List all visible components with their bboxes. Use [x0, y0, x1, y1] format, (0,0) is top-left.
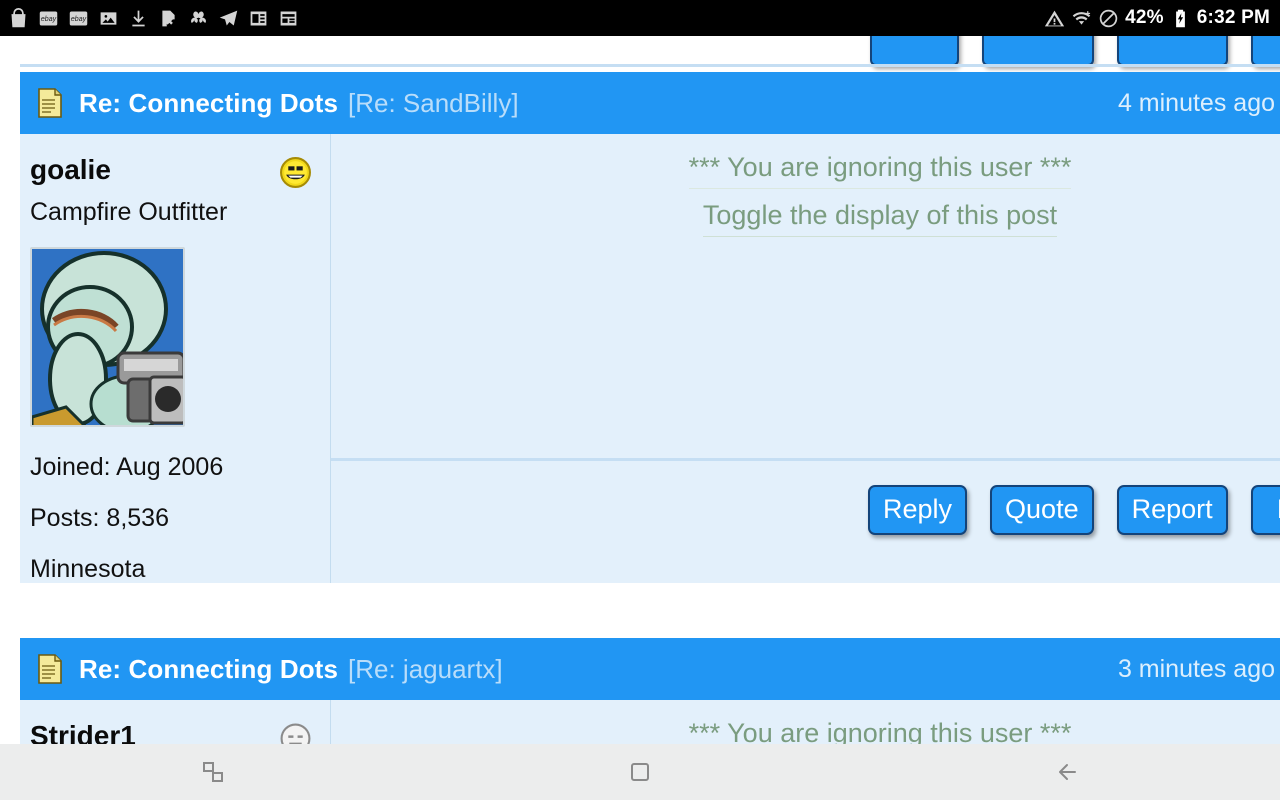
back-icon	[1058, 764, 1076, 780]
author-rank: Campfire Outfitter	[30, 198, 228, 226]
clock-label: 6:32 PM	[1196, 7, 1270, 28]
post-subject-reference[interactable]: [Re: jaguartx]	[348, 654, 503, 685]
document-cancel-icon	[162, 10, 175, 26]
status-bar-notification-icons: ebay ebay	[8, 7, 1044, 29]
quote-button[interactable]: Quote	[990, 484, 1094, 535]
recents-icon	[203, 762, 224, 782]
post-timestamp: 4 minutes ago	[1117, 88, 1275, 117]
ignore-notice-text: *** You are ignoring this user ***	[689, 717, 1072, 744]
author-username[interactable]: Strider1	[30, 718, 279, 744]
post-header[interactable]: Re: Connecting Dots [Re: SandBilly] 4 mi…	[20, 72, 1280, 134]
ignored-user-notice: *** You are ignoring this user ***	[331, 717, 1280, 744]
home-icon	[631, 763, 649, 781]
nav-recents-button[interactable]	[0, 757, 427, 787]
pinwheel-icon	[191, 10, 206, 23]
warning-icon	[1045, 10, 1065, 26]
previous-quote-button[interactable]	[982, 36, 1094, 66]
post-body: goalie Campfire Outfitter Joined: Aug 20…	[20, 134, 1280, 584]
android-status-bar: ebay ebay 42% 6:32 PM	[0, 0, 1280, 36]
forum-page-viewport[interactable]: Re: Connecting Dots [Re: SandBilly] 4 mi…	[0, 36, 1280, 744]
post-card: Re: Connecting Dots [Re: jaguartx] 3 min…	[20, 638, 1280, 744]
post-card: Re: Connecting Dots [Re: SandBilly] 4 mi…	[20, 72, 1280, 584]
telegram-icon	[219, 10, 238, 25]
note-icon	[38, 88, 62, 118]
svg-text:ebay: ebay	[71, 16, 87, 23]
photo-icon	[100, 11, 117, 25]
ignore-notice-text: *** You are ignoring this user ***	[688, 151, 1072, 189]
do-not-disturb-icon	[1099, 9, 1118, 27]
yellow-smiley-icon	[280, 157, 311, 188]
post-content: *** You are ignoring this user ***	[331, 700, 1280, 744]
previous-post-button-row[interactable]	[0, 36, 1280, 66]
post-author-panel: goalie Campfire Outfitter Joined: Aug 20…	[20, 134, 331, 584]
previous-edit-button[interactable]	[1250, 36, 1280, 66]
svg-text:ebay: ebay	[41, 16, 57, 23]
post-author-panel: Strider1	[20, 700, 331, 744]
ebay-icon: ebay	[39, 11, 58, 25]
download-icon	[132, 10, 145, 26]
nav-home-button[interactable]	[427, 757, 854, 787]
author-joined: Joined: Aug 2006	[30, 453, 224, 481]
squidward-avatar-image	[32, 249, 183, 425]
shopping-bag-icon	[11, 7, 26, 27]
post-header[interactable]: Re: Connecting Dots [Re: jaguartx] 3 min…	[20, 638, 1280, 700]
edit-button[interactable]: Edit	[1250, 484, 1280, 535]
post-subject-reference[interactable]: [Re: SandBilly]	[348, 88, 519, 119]
previous-report-button[interactable]	[1116, 36, 1228, 66]
post-body: Strider1 *** You are ignoring this user …	[20, 700, 1280, 744]
post-content: *** You are ignoring this user *** Toggl…	[331, 134, 1280, 583]
wifi-icon	[1072, 10, 1091, 25]
author-location: Minnesota	[30, 554, 146, 583]
ignored-user-notice: *** You are ignoring this user *** Toggl…	[331, 151, 1280, 237]
report-button[interactable]: Report	[1116, 484, 1228, 535]
post-timestamp: 3 minutes ago	[1117, 654, 1275, 683]
toggle-post-display-link[interactable]: Toggle the display of this post	[702, 199, 1058, 237]
post-action-buttons[interactable]: Reply Quote Report Edit	[331, 461, 1280, 557]
post-title: Re: Connecting Dots	[79, 653, 339, 684]
post-title: Re: Connecting Dots	[79, 87, 339, 118]
reply-button[interactable]: Reply	[868, 484, 968, 535]
news-list-icon	[250, 11, 267, 25]
author-avatar[interactable]	[30, 247, 185, 427]
status-bar-system-icons: 42% 6:32 PM	[1044, 7, 1270, 29]
previous-reply-button[interactable]	[870, 36, 960, 66]
battery-percent-label: 42%	[1125, 7, 1164, 28]
author-username[interactable]: goalie	[30, 152, 279, 187]
previous-post-divider	[20, 64, 1280, 67]
news-grid-icon	[280, 11, 297, 25]
nav-back-button[interactable]	[853, 757, 1280, 787]
gray-neutral-smiley-icon	[280, 723, 311, 744]
ebay-icon: ebay	[69, 11, 88, 25]
author-post-count: Posts: 8,536	[30, 503, 169, 532]
android-navigation-bar[interactable]	[0, 744, 1280, 800]
battery-charging-icon	[1175, 9, 1185, 27]
note-icon	[38, 654, 62, 684]
